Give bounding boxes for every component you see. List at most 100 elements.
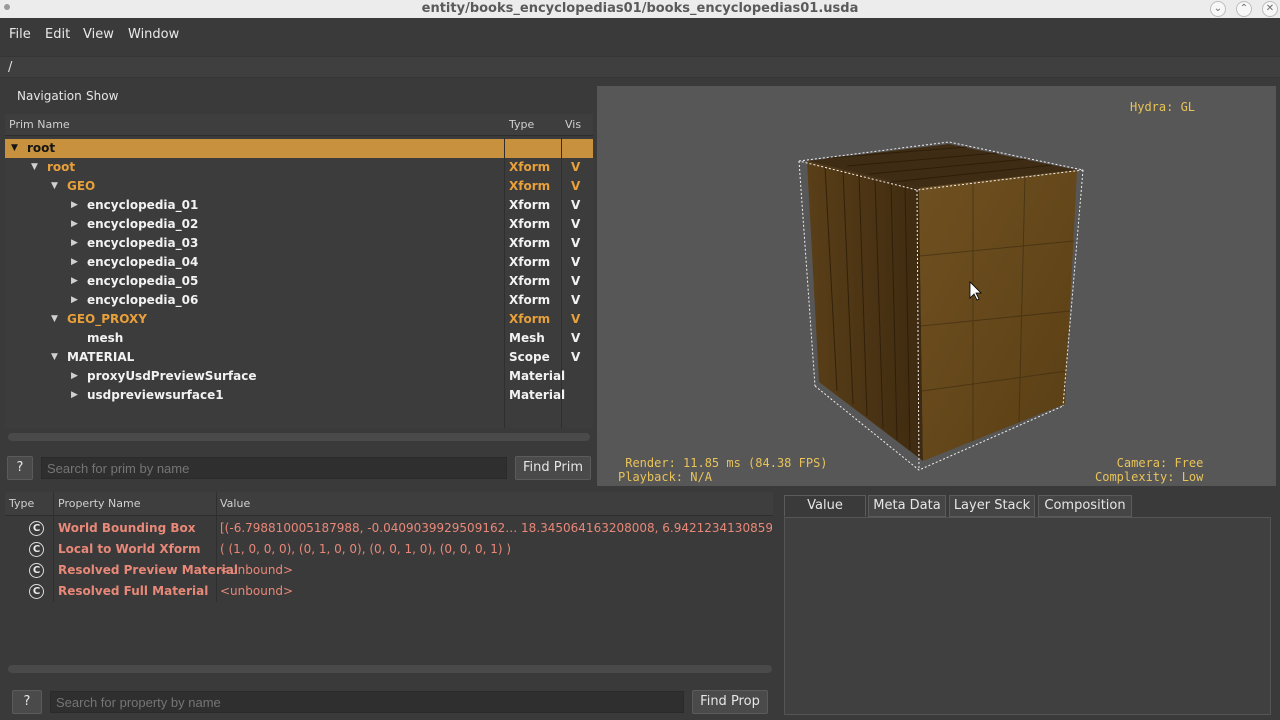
prop-help-button[interactable]: ? [12, 690, 42, 714]
render-stats: Render: 11.85 ms (84.38 FPS) [618, 456, 828, 470]
prim-name: encyclopedia_02 [87, 217, 199, 231]
prim-visibility-toggle[interactable]: V [571, 272, 580, 291]
show-menu[interactable]: Show [86, 86, 118, 106]
prim-type: Xform [509, 160, 551, 174]
prim-search-input[interactable] [41, 457, 507, 479]
prim-tree-scrollbar[interactable] [7, 432, 591, 442]
expand-arrow-icon[interactable]: ▶ [71, 253, 78, 272]
expand-arrow-icon[interactable]: ▶ [71, 196, 78, 215]
prim-name: mesh [87, 331, 124, 345]
type-column-header[interactable]: Type [509, 114, 534, 136]
property-row[interactable]: C Resolved Full Material <unbound> [5, 581, 773, 602]
prim-visibility-toggle[interactable]: V [571, 253, 580, 272]
prim-tree-header: Prim Name Type Vis [5, 114, 593, 136]
collapse-arrow-icon[interactable]: ▼ [11, 139, 18, 158]
tab-value[interactable]: Value [784, 495, 866, 517]
prim-help-button[interactable]: ? [7, 456, 33, 480]
tab-meta-data[interactable]: Meta Data [868, 495, 946, 517]
prim-browser-panel: Navigation Show Prim Name Type Vis ▼ root… [5, 86, 593, 486]
expand-arrow-icon[interactable]: ▶ [71, 215, 78, 234]
column-divider [53, 492, 54, 602]
3d-viewport[interactable]: Hydra: GL Render: 11.85 ms (84.38 FPS) P… [597, 86, 1276, 486]
complexity-label: Complexity: Low [1095, 470, 1204, 484]
property-table-header: Type Property Name Value [5, 492, 773, 516]
expand-arrow-icon[interactable]: ▶ [71, 234, 78, 253]
prop-name-column-header[interactable]: Property Name [58, 492, 141, 516]
value-panel: Value Meta Data Layer Stack Composition [779, 492, 1276, 720]
menu-edit[interactable]: Edit [45, 22, 70, 47]
property-name: Local to World Xform [58, 542, 201, 556]
property-search-input[interactable] [50, 691, 684, 713]
prim-name: GEO [67, 179, 96, 193]
menu-view[interactable]: View [83, 22, 114, 47]
prim-visibility-toggle[interactable]: V [571, 177, 580, 196]
books-model [798, 141, 1084, 471]
property-row[interactable]: C World Bounding Box [(-6.798810005187988,… [5, 518, 773, 539]
property-row[interactable]: C Resolved Preview Material <unbound> [5, 560, 773, 581]
column-divider [504, 138, 505, 428]
prim-name: MATERIAL [67, 350, 135, 364]
prim-name: encyclopedia_03 [87, 236, 199, 250]
prim-name: root [47, 160, 76, 174]
expand-arrow-icon[interactable]: ▶ [71, 272, 78, 291]
prim-name: root [27, 141, 56, 155]
find-prim-button[interactable]: Find Prim [515, 456, 591, 480]
prim-visibility-toggle[interactable]: V [571, 234, 580, 253]
computed-property-icon: C [29, 521, 44, 536]
maximize-button[interactable]: ⌃ [1236, 1, 1252, 17]
prim-type: Material [509, 369, 566, 383]
computed-property-icon: C [29, 542, 44, 557]
property-name: Resolved Preview Material [58, 563, 238, 577]
prim-visibility-toggle[interactable]: V [571, 329, 580, 348]
property-row[interactable]: C Local to World Xform ( (1, 0, 0, 0), (0,… [5, 539, 773, 560]
playback-stats: Playback: N/A [618, 470, 712, 484]
property-name: World Bounding Box [58, 521, 196, 535]
prim-type: Xform [509, 293, 551, 307]
tab-composition[interactable]: Composition [1038, 495, 1132, 517]
computed-property-icon: C [29, 563, 44, 578]
prim-name-column-header[interactable]: Prim Name [9, 114, 70, 136]
navigation-menu[interactable]: Navigation [17, 86, 82, 106]
tab-layer-stack[interactable]: Layer Stack [949, 495, 1035, 517]
expand-arrow-icon[interactable]: ▶ [71, 291, 78, 310]
expand-arrow-icon[interactable]: ▶ [71, 367, 78, 386]
collapse-arrow-icon[interactable]: ▼ [51, 310, 58, 329]
prim-visibility-toggle[interactable]: V [571, 310, 580, 329]
prim-type: Xform [509, 217, 551, 231]
column-divider [216, 492, 217, 602]
menu-file[interactable]: File [9, 22, 31, 47]
prim-name: proxyUsdPreviewSurface [87, 369, 257, 383]
menu-window[interactable]: Window [128, 22, 179, 47]
collapse-arrow-icon[interactable]: ▼ [51, 177, 58, 196]
window-title: entity/books_encyclopedias01/books_encyc… [421, 1, 859, 16]
close-button[interactable]: ✕ [1262, 1, 1278, 17]
prim-visibility-toggle[interactable]: V [571, 196, 580, 215]
prim-path-field[interactable]: / [0, 56, 1280, 78]
find-prop-button[interactable]: Find Prop [692, 690, 768, 714]
prim-visibility-toggle[interactable]: V [571, 291, 580, 310]
property-value: [(-6.798810005187988, -0.040903992950916… [220, 521, 772, 535]
minimize-button[interactable]: ⌄ [1210, 1, 1226, 17]
title-bar: entity/books_encyclopedias01/books_encyc… [0, 0, 1280, 18]
prim-visibility-toggle[interactable]: V [571, 215, 580, 234]
prim-search-row: ? Find Prim [5, 456, 593, 482]
prim-visibility-toggle[interactable]: V [571, 158, 580, 177]
prim-type: Mesh [509, 331, 545, 345]
property-scrollbar[interactable] [7, 664, 773, 674]
menu-bar: File Edit View Window [0, 22, 1280, 47]
prop-value-column-header[interactable]: Value [220, 492, 250, 516]
prim-type: Xform [509, 236, 551, 250]
property-value: ( (1, 0, 0, 0), (0, 1, 0, 0), (0, 0, 1, … [220, 542, 512, 556]
prim-name: GEO_PROXY [67, 312, 147, 326]
prop-type-column-header[interactable]: Type [9, 492, 34, 516]
prim-name: usdpreviewsurface1 [87, 388, 224, 402]
prim-type: Xform [509, 198, 551, 212]
collapse-arrow-icon[interactable]: ▼ [51, 348, 58, 367]
prim-visibility-toggle[interactable]: V [571, 348, 580, 367]
property-value: <unbound> [220, 584, 294, 598]
property-name: Resolved Full Material [58, 584, 209, 598]
vis-column-header[interactable]: Vis [565, 114, 581, 136]
collapse-arrow-icon[interactable]: ▼ [31, 158, 38, 177]
renderer-label: Hydra: GL [1130, 100, 1196, 114]
expand-arrow-icon[interactable]: ▶ [71, 386, 78, 405]
